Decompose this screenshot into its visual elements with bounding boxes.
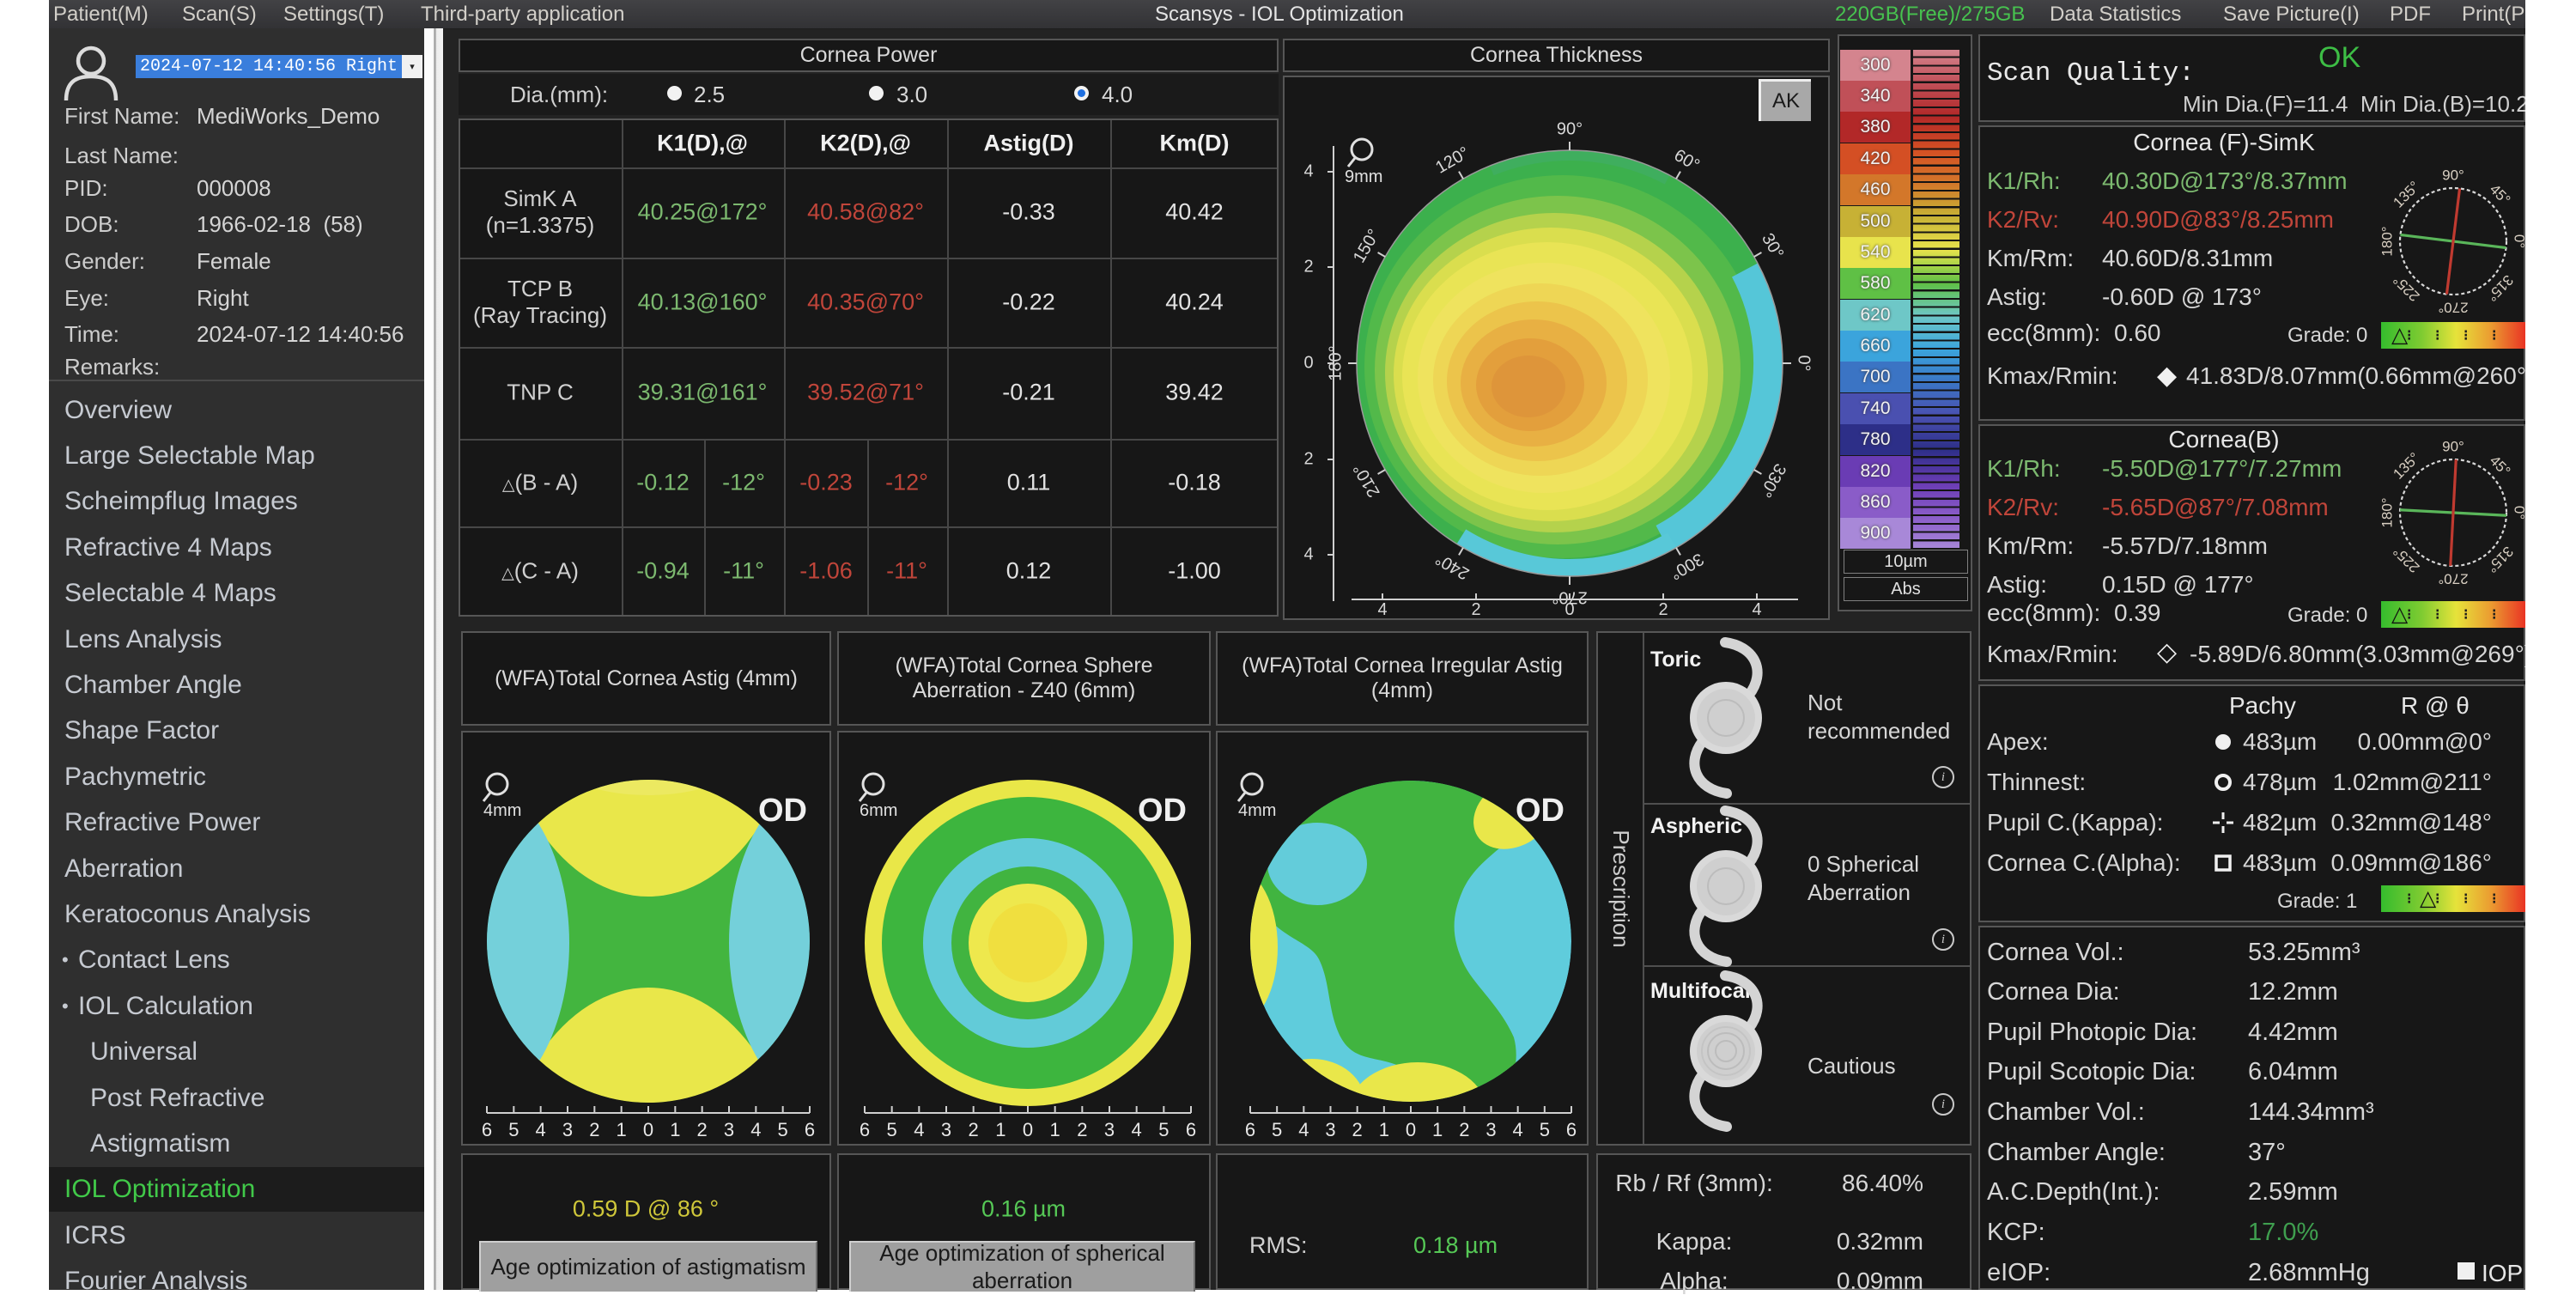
- svg-text:90°: 90°: [1557, 119, 1583, 138]
- svg-text:2: 2: [1077, 1119, 1087, 1140]
- svg-text:9mm: 9mm: [1345, 167, 1382, 186]
- svg-text:5: 5: [1540, 1119, 1550, 1140]
- svg-text:2: 2: [1471, 600, 1480, 619]
- svg-text:45°: 45°: [2487, 181, 2514, 209]
- svg-text:1: 1: [617, 1119, 627, 1140]
- svg-text:2: 2: [969, 1119, 979, 1140]
- svg-text:1: 1: [995, 1119, 1005, 1140]
- svg-text:4: 4: [1752, 600, 1761, 619]
- svg-text:315°: 315°: [2483, 543, 2516, 575]
- svg-text:4mm: 4mm: [483, 801, 521, 820]
- svg-text:6: 6: [1566, 1119, 1577, 1140]
- svg-text:OD: OD: [758, 793, 807, 829]
- svg-text:6: 6: [1186, 1119, 1196, 1140]
- svg-text:1: 1: [1050, 1119, 1060, 1140]
- svg-text:300°: 300°: [1667, 549, 1707, 583]
- svg-text:4: 4: [1377, 600, 1387, 619]
- svg-text:1: 1: [1432, 1119, 1443, 1140]
- svg-text:0: 0: [1303, 353, 1313, 372]
- svg-text:OD: OD: [1516, 793, 1564, 829]
- svg-text:0°: 0°: [2512, 234, 2526, 248]
- svg-text:OD: OD: [1138, 793, 1187, 829]
- svg-text:6: 6: [860, 1119, 870, 1140]
- svg-text:3: 3: [724, 1119, 734, 1140]
- svg-text:2: 2: [589, 1119, 599, 1140]
- svg-text:5: 5: [1272, 1119, 1282, 1140]
- svg-text:4: 4: [1303, 544, 1313, 563]
- svg-text:60°: 60°: [1671, 146, 1703, 175]
- svg-text:150°: 150°: [1350, 226, 1384, 266]
- svg-text:2: 2: [1352, 1119, 1363, 1140]
- svg-text:3: 3: [1325, 1119, 1335, 1140]
- svg-text:135°: 135°: [2390, 178, 2422, 210]
- svg-text:0: 0: [643, 1119, 653, 1140]
- svg-text:3: 3: [562, 1119, 573, 1140]
- svg-text:30°: 30°: [1758, 230, 1787, 262]
- svg-text:4: 4: [1303, 161, 1313, 180]
- svg-text:2: 2: [697, 1119, 708, 1140]
- svg-text:330°: 330°: [1755, 460, 1789, 501]
- svg-text:90°: 90°: [2442, 168, 2464, 183]
- svg-text:2: 2: [1303, 257, 1313, 276]
- svg-text:90°: 90°: [2442, 440, 2464, 454]
- svg-text:5: 5: [508, 1119, 519, 1140]
- svg-text:6: 6: [482, 1119, 492, 1140]
- svg-text:5: 5: [887, 1119, 897, 1140]
- svg-text:240°: 240°: [1432, 549, 1473, 583]
- svg-text:315°: 315°: [2483, 271, 2516, 304]
- svg-text:210°: 210°: [1350, 460, 1384, 501]
- svg-text:6mm: 6mm: [860, 801, 897, 820]
- svg-text:6: 6: [805, 1119, 815, 1140]
- svg-text:180°: 180°: [2380, 497, 2395, 527]
- svg-text:4: 4: [536, 1119, 546, 1140]
- svg-text:5: 5: [778, 1119, 788, 1140]
- svg-text:120°: 120°: [1432, 143, 1473, 178]
- svg-text:4: 4: [1132, 1119, 1142, 1140]
- svg-text:0°: 0°: [1795, 355, 1814, 371]
- svg-text:5: 5: [1158, 1119, 1169, 1140]
- svg-text:225°: 225°: [2390, 271, 2422, 304]
- svg-text:135°: 135°: [2390, 449, 2422, 482]
- svg-text:4: 4: [750, 1119, 761, 1140]
- svg-text:3: 3: [1104, 1119, 1115, 1140]
- svg-text:3: 3: [1485, 1119, 1496, 1140]
- svg-text:225°: 225°: [2390, 543, 2422, 575]
- svg-text:2: 2: [1303, 449, 1313, 468]
- svg-text:6: 6: [1245, 1119, 1255, 1140]
- svg-text:45°: 45°: [2487, 453, 2514, 480]
- svg-text:4: 4: [914, 1119, 924, 1140]
- svg-text:0: 0: [1564, 600, 1574, 619]
- svg-text:1: 1: [1379, 1119, 1389, 1140]
- svg-text:4: 4: [1298, 1119, 1309, 1140]
- svg-text:0: 0: [1406, 1119, 1416, 1140]
- svg-text:4mm: 4mm: [1238, 801, 1276, 820]
- svg-text:1: 1: [670, 1119, 680, 1140]
- svg-text:3: 3: [941, 1119, 951, 1140]
- svg-text:4: 4: [1513, 1119, 1523, 1140]
- svg-text:270°: 270°: [2438, 571, 2468, 586]
- svg-text:2: 2: [1658, 600, 1668, 619]
- svg-text:180°: 180°: [2380, 226, 2395, 256]
- svg-text:0°: 0°: [2512, 506, 2526, 520]
- svg-text:0: 0: [1023, 1119, 1033, 1140]
- svg-text:270°: 270°: [2438, 300, 2468, 314]
- svg-text:2: 2: [1459, 1119, 1469, 1140]
